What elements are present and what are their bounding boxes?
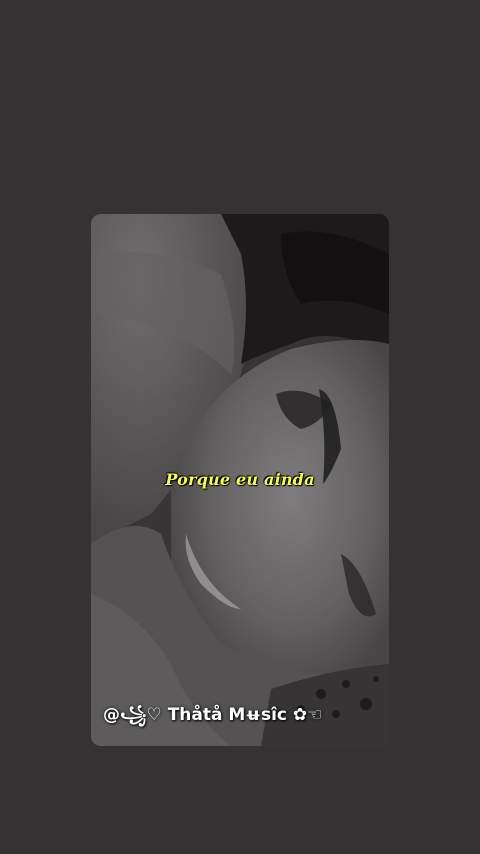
lyric-subtitle: Porque eu ainda xyxy=(165,470,315,489)
video-player[interactable]: Porque eu ainda @꧁♡ Thåtå Mʉsîc ✿☜ xyxy=(91,214,389,746)
story-screen: Porque eu ainda @꧁♡ Thåtå Mʉsîc ✿☜ xyxy=(0,0,480,854)
channel-watermark: @꧁♡ Thåtå Mʉsîc ✿☜ xyxy=(103,705,323,725)
